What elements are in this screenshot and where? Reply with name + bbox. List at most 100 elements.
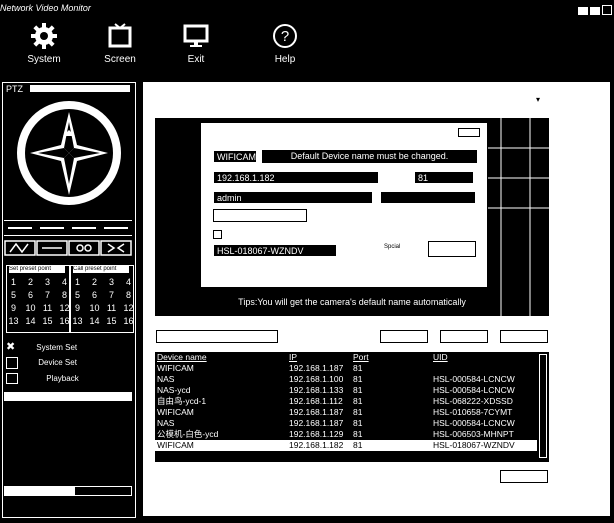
preset-number[interactable]: 9 bbox=[70, 303, 85, 315]
table-row[interactable]: WIFICAM 192.168.1.187 81 HSL-010658-7CYMT bbox=[155, 407, 537, 418]
volume-slider[interactable] bbox=[4, 486, 132, 496]
col-uid[interactable]: UID bbox=[431, 352, 537, 363]
col-device-name[interactable]: Device name bbox=[155, 352, 287, 363]
preset-number[interactable]: 4 bbox=[121, 277, 136, 289]
cell-port: 81 bbox=[353, 363, 363, 373]
preset-number[interactable]: 5 bbox=[6, 290, 21, 302]
ip-field[interactable]: 192.168.1.182 bbox=[213, 171, 379, 184]
help-button[interactable]: ? Help bbox=[255, 22, 315, 70]
table-row[interactable]: NAS 192.168.1.100 81 HSL-000584-LCNCW bbox=[155, 374, 537, 385]
system-label: System bbox=[27, 54, 61, 65]
preset-number[interactable]: 2 bbox=[87, 277, 102, 289]
preset-number[interactable]: 14 bbox=[87, 316, 102, 328]
preset-number[interactable]: 13 bbox=[6, 316, 21, 328]
password-confirm-field[interactable] bbox=[213, 209, 307, 222]
option-checkbox[interactable] bbox=[213, 230, 222, 239]
preset-number[interactable]: 3 bbox=[40, 277, 55, 289]
close-button[interactable] bbox=[500, 470, 548, 483]
set-preset-grid[interactable]: 1234 5678 9 10 11 12 13 14 15 16 bbox=[6, 277, 72, 328]
device-name-field[interactable]: WIFICAM bbox=[213, 150, 257, 163]
table-row[interactable]: NAS 192.168.1.187 81 HSL-000584-LCNCW bbox=[155, 418, 537, 429]
ptz-direction-pad[interactable] bbox=[8, 100, 130, 206]
playback-icon bbox=[6, 373, 18, 385]
preset-number[interactable]: 10 bbox=[87, 303, 102, 315]
cell-ip: 192.168.1.112 bbox=[289, 396, 343, 406]
window-controls[interactable] bbox=[578, 2, 612, 15]
system-button[interactable]: System bbox=[14, 22, 74, 70]
col-ip[interactable]: IP bbox=[287, 352, 351, 363]
device-icon bbox=[6, 356, 18, 369]
preset-number[interactable]: 12 bbox=[121, 303, 136, 315]
call-preset-grid[interactable]: 1234 5678 9 10 11 12 13 14 15 16 bbox=[70, 277, 136, 328]
search-device-button[interactable] bbox=[156, 330, 278, 343]
close-icon[interactable] bbox=[602, 5, 612, 15]
preset-number[interactable]: 3 bbox=[104, 277, 119, 289]
table-scrollbar[interactable] bbox=[539, 354, 547, 458]
dialog-ok-button[interactable] bbox=[428, 241, 476, 257]
cell-uid: HSL-000584-LCNCW bbox=[433, 374, 515, 384]
ptz-tab-strip[interactable] bbox=[30, 85, 130, 92]
preset-number[interactable]: 10 bbox=[23, 303, 38, 315]
screen-button[interactable]: Screen bbox=[90, 22, 150, 70]
add-device-button[interactable] bbox=[380, 330, 428, 343]
preset-number[interactable]: 15 bbox=[104, 316, 119, 328]
preset-number[interactable]: 13 bbox=[70, 316, 85, 328]
cell-uid: HSL-006503-MHNPT bbox=[433, 429, 514, 439]
window-title: Network Video Monitor bbox=[0, 3, 91, 13]
screen-label: Screen bbox=[104, 54, 136, 65]
preset-number[interactable]: 11 bbox=[40, 303, 55, 315]
modify-device-button[interactable] bbox=[440, 330, 488, 343]
preset-number[interactable]: 9 bbox=[6, 303, 21, 315]
ptz-tab[interactable]: PTZ bbox=[6, 84, 23, 94]
table-row[interactable]: WIFICAM 192.168.1.187 81 bbox=[155, 363, 537, 374]
table-row[interactable]: NAS-ycd 192.168.1.133 81 HSL-000584-LCNCW bbox=[155, 385, 537, 396]
cell-uid: HSL-068222-XDSSD bbox=[433, 396, 513, 406]
exit-button[interactable]: Exit bbox=[166, 22, 226, 70]
cell-port: 81 bbox=[353, 396, 363, 406]
cell-ip: 192.168.1.187 bbox=[289, 418, 344, 428]
col-port[interactable]: Port bbox=[351, 352, 431, 363]
preset-number[interactable]: 11 bbox=[104, 303, 119, 315]
cell-uid: HSL-000584-LCNCW bbox=[433, 385, 515, 395]
help-icon: ? bbox=[273, 24, 297, 48]
cell-name: WIFICAM bbox=[157, 407, 194, 417]
cell-ip: 192.168.1.187 bbox=[289, 407, 344, 417]
device-tree-selected[interactable] bbox=[4, 392, 132, 401]
delete-device-button[interactable] bbox=[500, 330, 548, 343]
iris-row[interactable] bbox=[4, 240, 132, 256]
cell-port: 81 bbox=[353, 418, 363, 428]
preset-number[interactable]: 14 bbox=[23, 316, 38, 328]
device-set-item[interactable]: Device Set bbox=[6, 356, 126, 370]
user-field[interactable]: admin bbox=[213, 191, 373, 204]
preset-number[interactable]: 5 bbox=[70, 290, 85, 302]
cell-port: 81 bbox=[353, 385, 363, 395]
table-row-selected[interactable]: WIFICAM 192.168.1.182 81 HSL-018067-WZNDV bbox=[155, 440, 537, 451]
port-field[interactable]: 81 bbox=[414, 171, 474, 184]
password-field[interactable] bbox=[380, 191, 476, 204]
preset-number[interactable]: 7 bbox=[40, 290, 55, 302]
preset-number[interactable]: 1 bbox=[6, 277, 21, 289]
zoom-focus-row[interactable] bbox=[4, 220, 132, 236]
uid-field[interactable]: HSL-018067-WZNDV bbox=[213, 244, 337, 257]
preset-number[interactable]: 2 bbox=[23, 277, 38, 289]
dialog-close-button[interactable] bbox=[458, 128, 480, 137]
cell-name: 公模机-白色-ycd bbox=[157, 429, 219, 439]
preset-number[interactable]: 15 bbox=[40, 316, 55, 328]
chevron-down-icon[interactable]: ▾ bbox=[536, 96, 544, 104]
cell-uid: HSL-000584-LCNCW bbox=[433, 418, 515, 428]
preset-number[interactable]: 6 bbox=[87, 290, 102, 302]
preset-number[interactable]: 6 bbox=[23, 290, 38, 302]
playback-item[interactable]: Playback bbox=[6, 372, 126, 386]
table-header: Device name IP Port UID bbox=[155, 352, 537, 363]
table-row[interactable]: 自由鸟-ycd-1 192.168.1.112 81 HSL-068222-XDSSD bbox=[155, 396, 537, 407]
system-set-item[interactable]: ✖ System Set bbox=[6, 340, 126, 354]
cell-port: 81 bbox=[353, 429, 363, 439]
preset-number[interactable]: 16 bbox=[121, 316, 136, 328]
table-row[interactable]: 公模机-白色-ycd 192.168.1.129 81 HSL-006503-MHNP… bbox=[155, 429, 537, 440]
device-list[interactable]: Device name IP Port UID WIFICAM 192.168.1… bbox=[155, 352, 549, 462]
preset-number[interactable]: 1 bbox=[70, 277, 85, 289]
preset-number[interactable]: 8 bbox=[121, 290, 136, 302]
minimize-icon[interactable] bbox=[578, 7, 588, 15]
preset-number[interactable]: 7 bbox=[104, 290, 119, 302]
maximize-icon[interactable] bbox=[590, 7, 600, 15]
